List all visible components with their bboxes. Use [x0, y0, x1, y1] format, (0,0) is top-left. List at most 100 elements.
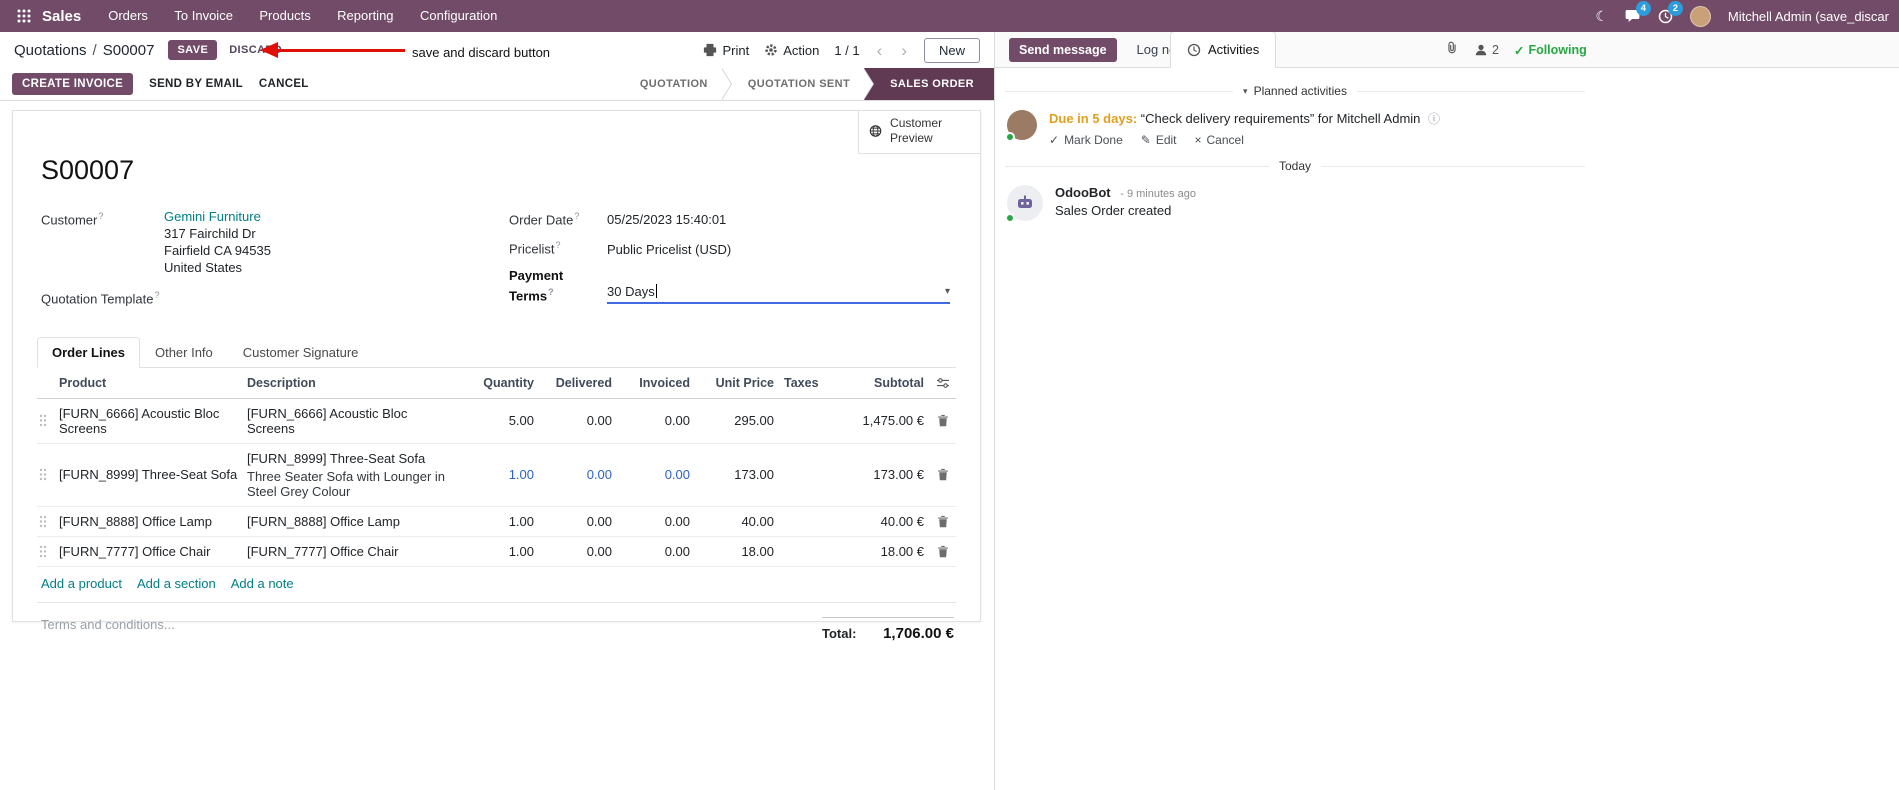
user-avatar[interactable]: [1689, 5, 1711, 27]
apps-grid-icon[interactable]: [10, 9, 38, 23]
send-message-button[interactable]: Send message: [1009, 37, 1117, 62]
planned-activities-header[interactable]: ▾ Planned activities: [1005, 84, 1585, 98]
cell-unit-price[interactable]: 40.00: [696, 507, 780, 536]
cell-product[interactable]: [FURN_7777] Office Chair: [55, 537, 243, 566]
drag-handle-icon[interactable]: [37, 407, 55, 434]
following-button[interactable]: ✓ Following: [1514, 43, 1587, 58]
order-line-row[interactable]: [FURN_7777] Office Chair [FURN_7777] Off…: [37, 537, 956, 567]
order-line-row[interactable]: [FURN_6666] Acoustic Bloc Screens [FURN_…: [37, 399, 956, 444]
customer-link[interactable]: Gemini Furniture: [164, 209, 261, 224]
cell-description[interactable]: [FURN_8888] Office Lamp: [243, 507, 458, 536]
breadcrumb-quotations[interactable]: Quotations: [14, 42, 87, 59]
info-icon[interactable]: ⓘ: [1428, 112, 1440, 126]
pager-prev-icon[interactable]: ‹: [875, 42, 885, 59]
followers-button[interactable]: 2: [1474, 43, 1499, 57]
menu-to-invoice[interactable]: To Invoice: [163, 0, 244, 32]
add-note-link[interactable]: Add a note: [231, 576, 294, 591]
save-button[interactable]: SAVE: [168, 40, 218, 60]
activity-avatar[interactable]: [1005, 110, 1037, 142]
cell-description[interactable]: [FURN_6666] Acoustic Bloc Screens: [243, 399, 458, 443]
cell-taxes[interactable]: [780, 544, 836, 558]
order-date-field[interactable]: 05/25/2023 15:40:01: [607, 211, 726, 228]
add-section-link[interactable]: Add a section: [137, 576, 216, 591]
cell-unit-price[interactable]: 295.00: [696, 406, 780, 435]
message-author[interactable]: OdooBot: [1055, 185, 1111, 200]
cell-description[interactable]: [FURN_7777] Office Chair: [243, 537, 458, 566]
cell-unit-price[interactable]: 18.00: [696, 537, 780, 566]
tab-order-lines[interactable]: Order Lines: [37, 336, 140, 368]
order-line-row[interactable]: [FURN_8888] Office Lamp [FURN_8888] Offi…: [37, 507, 956, 537]
payment-terms-field[interactable]: 30 Days ▾: [607, 283, 950, 304]
cell-delivered[interactable]: 0.00: [540, 537, 618, 566]
cell-delivered[interactable]: 0.00: [540, 460, 618, 489]
cell-quantity[interactable]: 1.00: [458, 460, 540, 489]
menu-products[interactable]: Products: [248, 0, 321, 32]
following-label: Following: [1528, 43, 1587, 57]
cell-quantity[interactable]: 5.00: [458, 406, 540, 435]
delete-line-icon[interactable]: [930, 461, 956, 488]
cell-quantity[interactable]: 1.00: [458, 537, 540, 566]
cancel-button[interactable]: CANCEL: [259, 78, 309, 90]
odoobot-avatar[interactable]: [1005, 185, 1043, 223]
stage-pipeline: QUOTATION QUOTATION SENT SALES ORDER: [613, 68, 994, 100]
activities-tab[interactable]: Activities: [1170, 31, 1277, 68]
menu-configuration[interactable]: Configuration: [409, 0, 508, 32]
cell-taxes[interactable]: [780, 514, 836, 528]
mark-done-button[interactable]: ✓ Mark Done: [1049, 133, 1123, 147]
order-date-label: Order Date?: [509, 208, 607, 228]
pricelist-field[interactable]: Public Pricelist (USD): [607, 241, 731, 258]
activity-clock-icon[interactable]: 2: [1658, 0, 1683, 24]
drag-handle-icon[interactable]: [37, 538, 55, 565]
cell-invoiced[interactable]: 0.00: [618, 507, 696, 536]
stage-sales-order[interactable]: SALES ORDER: [864, 68, 994, 100]
stage-quotation-sent[interactable]: QUOTATION SENT: [721, 68, 875, 100]
followers-person-icon: [1475, 44, 1487, 56]
drag-handle-icon[interactable]: [37, 461, 55, 488]
cell-invoiced[interactable]: 0.00: [618, 537, 696, 566]
edit-activity-button[interactable]: ✎ Edit: [1141, 133, 1177, 147]
stage-quotation[interactable]: QUOTATION: [613, 68, 732, 100]
action-button[interactable]: Action: [764, 43, 819, 58]
cell-product[interactable]: [FURN_8888] Office Lamp: [55, 507, 243, 536]
pager-next-icon[interactable]: ›: [899, 42, 909, 59]
user-name[interactable]: Mitchell Admin (save_discar: [1728, 9, 1889, 24]
order-line-row[interactable]: [FURN_8999] Three-Seat Sofa [FURN_8999] …: [37, 444, 956, 507]
dark-mode-moon-icon[interactable]: ☾: [1595, 8, 1608, 25]
app-name[interactable]: Sales: [42, 8, 81, 25]
send-by-email-button[interactable]: SEND BY EMAIL: [149, 78, 243, 90]
cell-taxes[interactable]: [780, 414, 836, 428]
messages-icon[interactable]: 4: [1625, 1, 1651, 23]
delete-line-icon[interactable]: [930, 508, 956, 535]
cell-product[interactable]: [FURN_6666] Acoustic Bloc Screens: [55, 399, 243, 443]
customer-preview-button[interactable]: Customer Preview: [858, 111, 980, 154]
order-date-label-text: Order Date: [509, 212, 574, 228]
add-product-link[interactable]: Add a product: [41, 576, 122, 591]
dropdown-caret-icon[interactable]: ▾: [945, 286, 950, 297]
attachment-button[interactable]: [1445, 40, 1459, 60]
menu-reporting[interactable]: Reporting: [326, 0, 404, 32]
cell-unit-price[interactable]: 173.00: [696, 460, 780, 489]
create-invoice-button[interactable]: CREATE INVOICE: [12, 73, 134, 95]
delete-line-icon[interactable]: [930, 407, 956, 434]
cell-taxes[interactable]: [780, 468, 836, 482]
tab-customer-signature[interactable]: Customer Signature: [228, 337, 374, 368]
new-button[interactable]: New: [923, 37, 980, 63]
terms-placeholder[interactable]: Terms and conditions...: [41, 617, 175, 642]
cell-subtotal: 40.00 €: [880, 513, 924, 529]
drag-handle-icon[interactable]: [37, 508, 55, 535]
cell-delivered[interactable]: 0.00: [540, 406, 618, 435]
form-view: Customer Preview S00007 Customer? Gemini…: [0, 101, 994, 790]
cell-description[interactable]: [FURN_8999] Three-Seat Sofa Three Seater…: [243, 444, 458, 506]
delete-line-icon[interactable]: [930, 538, 956, 565]
cell-delivered[interactable]: 0.00: [540, 507, 618, 536]
tab-other-info[interactable]: Other Info: [140, 337, 228, 368]
cell-product[interactable]: [FURN_8999] Three-Seat Sofa: [55, 460, 243, 489]
menu-orders[interactable]: Orders: [97, 0, 159, 32]
order-reference: S00007: [41, 155, 135, 185]
cell-quantity[interactable]: 1.00: [458, 507, 540, 536]
optional-columns-icon[interactable]: [930, 369, 956, 397]
cell-invoiced[interactable]: 0.00: [618, 460, 696, 489]
cancel-activity-button[interactable]: × Cancel: [1195, 133, 1244, 147]
cell-invoiced[interactable]: 0.00: [618, 406, 696, 435]
print-button[interactable]: Print: [703, 43, 749, 58]
